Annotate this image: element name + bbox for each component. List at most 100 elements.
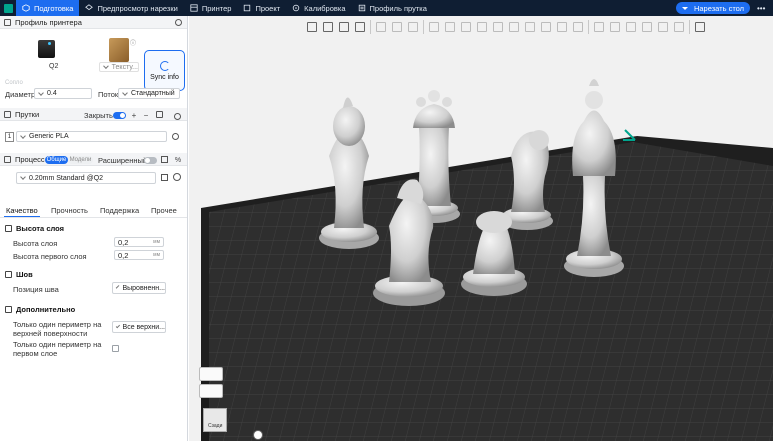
seam-position-select[interactable]: Выровненн...	[112, 282, 166, 294]
tab-strength[interactable]: Прочность	[51, 206, 88, 215]
3d-viewport[interactable]: Сзади	[189, 16, 773, 441]
zoom-to-fit-icon[interactable]	[253, 430, 263, 440]
filament-select[interactable]: Generic PLA	[16, 131, 167, 142]
view-top-icon[interactable]	[608, 20, 622, 34]
tab-slice-preview[interactable]: Предпросмотр нарезки	[79, 0, 183, 16]
top-perimeter-label-line1: Только один периметр на	[13, 320, 102, 329]
scale-icon[interactable]	[459, 20, 473, 34]
process-compare-icon[interactable]	[161, 156, 168, 163]
process-percent-icon[interactable]: %	[174, 156, 182, 164]
filament-settings-gear-icon[interactable]	[174, 113, 181, 120]
first-layer-perimeter-checkbox[interactable]	[112, 345, 119, 352]
view-right-icon[interactable]	[656, 20, 670, 34]
add-model-icon[interactable]	[305, 20, 319, 34]
chevron-down-icon	[20, 132, 26, 139]
tab-filament-profile[interactable]: Профиль прутка	[352, 0, 433, 16]
assembly-view-icon[interactable]	[693, 20, 707, 34]
search-icon[interactable]	[173, 173, 181, 181]
plate-thumbnail[interactable]	[109, 38, 129, 62]
plate-type-select[interactable]: Тексту...	[99, 62, 139, 72]
seam-position-label: Позиция шва	[13, 285, 59, 294]
filament-edit-icon[interactable]	[172, 133, 179, 140]
unit-label: мм	[153, 252, 160, 258]
more-menu-icon[interactable]: •••	[757, 4, 765, 13]
flow-value: Стандартный	[131, 90, 175, 97]
printer-thumbnail[interactable]	[38, 40, 55, 58]
toolbar-glyph	[594, 22, 604, 32]
toolbar-glyph	[658, 22, 668, 32]
process-profile-select[interactable]: 0.20mm Standard @Q2	[16, 172, 156, 184]
printer-thumbnail-light	[48, 42, 51, 45]
printer-name: Q2	[49, 63, 59, 70]
add-filament-icon[interactable]: +	[130, 111, 138, 120]
layers-icon	[85, 4, 94, 11]
process-global-pill[interactable]: Общие	[45, 156, 68, 164]
top-perimeter-select[interactable]: Все верхни...	[112, 321, 166, 333]
filament-sync-icon[interactable]	[156, 111, 163, 118]
diameter-select[interactable]: 0.4	[34, 88, 92, 99]
tab-project[interactable]: Проект	[237, 0, 286, 16]
color-paint-icon[interactable]	[571, 20, 585, 34]
flow-label: Поток	[98, 90, 119, 99]
slice-plate-button[interactable]: Нарезать стол	[676, 2, 750, 14]
view-iso-icon[interactable]	[592, 20, 606, 34]
toolbar-glyph	[573, 22, 583, 32]
view-left-icon[interactable]	[640, 20, 654, 34]
advanced-toggle[interactable]	[144, 157, 157, 164]
chevron-down-icon	[681, 6, 688, 10]
orient-icon[interactable]	[337, 20, 351, 34]
seam-icon	[5, 271, 12, 278]
toolbar-glyph	[610, 22, 620, 32]
move-icon[interactable]	[427, 20, 441, 34]
measure-icon[interactable]	[672, 20, 686, 34]
tabs-divider	[0, 217, 187, 218]
filament-close-toggle[interactable]	[113, 112, 126, 119]
add-plate-icon[interactable]	[321, 20, 335, 34]
toolbar-glyph	[477, 22, 487, 32]
first-layer-height-value: 0,2	[118, 250, 129, 260]
text-icon[interactable]	[555, 20, 569, 34]
cut-icon[interactable]	[491, 20, 505, 34]
plate-lock-icon[interactable]	[199, 384, 223, 398]
plate-settings-icon[interactable]	[199, 367, 223, 381]
tab-support[interactable]: Поддержка	[100, 206, 139, 215]
process-objects-pill[interactable]: Модели	[68, 156, 93, 164]
app-logo[interactable]	[0, 0, 16, 16]
arrange-icon[interactable]	[353, 20, 367, 34]
support-paint-icon[interactable]	[523, 20, 537, 34]
first-layer-height-label: Высота первого слоя	[13, 252, 87, 261]
plate-info-icon[interactable]: ⓘ	[130, 38, 136, 47]
seam-paint-icon[interactable]	[539, 20, 553, 34]
tab-printer[interactable]: Принтер	[184, 0, 238, 16]
tab-prepare[interactable]: Подготовка	[16, 0, 80, 16]
layer-height-label: Высота слоя	[13, 239, 58, 248]
filament-slot-number[interactable]: 1	[5, 132, 14, 142]
diameter-label: Диаметр	[5, 90, 36, 99]
lay-on-face-icon[interactable]	[475, 20, 489, 34]
build-plate-scene	[201, 79, 773, 441]
diameter-value: 0.4	[47, 90, 57, 97]
process-section-icon	[4, 155, 11, 163]
toggle-knob	[120, 113, 125, 118]
flow-select[interactable]: Стандартный	[118, 88, 180, 99]
tab-quality[interactable]: Качество	[6, 206, 38, 215]
tab-calibration[interactable]: Калибровка	[286, 0, 351, 16]
project-icon	[244, 4, 251, 12]
mesh-boolean-icon[interactable]	[507, 20, 521, 34]
variable-layer-icon[interactable]	[406, 20, 420, 34]
printer-settings-gear-icon[interactable]	[175, 19, 182, 26]
filament-section-title: Прутки	[15, 109, 40, 119]
split-parts-icon[interactable]	[390, 20, 404, 34]
save-profile-icon[interactable]	[161, 174, 168, 181]
tab-other[interactable]: Прочее	[151, 206, 177, 215]
layer-height-input[interactable]: 0,2 мм	[114, 237, 164, 247]
view-front-icon[interactable]	[624, 20, 638, 34]
sync-icon	[159, 60, 170, 71]
remove-filament-icon[interactable]: −	[142, 111, 150, 120]
split-objects-icon[interactable]	[374, 20, 388, 34]
toolbar-glyph	[408, 22, 418, 32]
sync-info-button[interactable]: Sync info	[144, 50, 185, 91]
first-layer-height-input[interactable]: 0,2 мм	[114, 250, 164, 260]
rotate-icon[interactable]	[443, 20, 457, 34]
navigation-cube[interactable]: Сзади	[203, 408, 227, 432]
